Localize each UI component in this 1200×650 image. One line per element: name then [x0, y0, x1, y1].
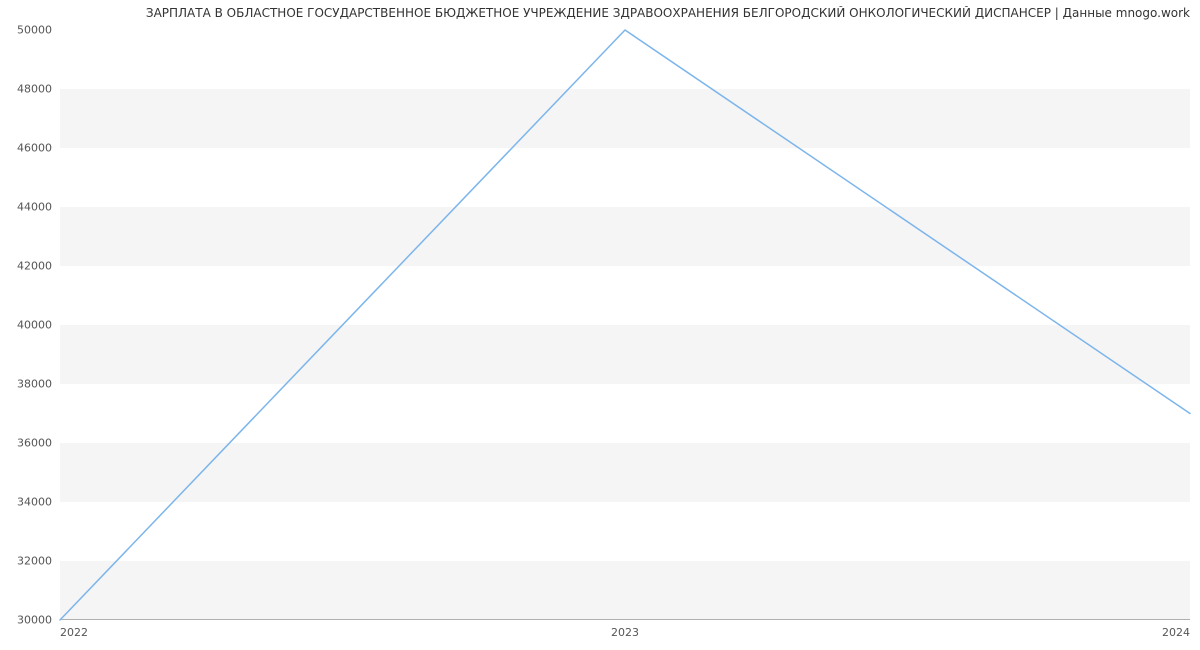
y-tick-label: 44000 [17, 201, 60, 214]
chart-container: ЗАРПЛАТА В ОБЛАСТНОЕ ГОСУДАРСТВЕННОЕ БЮД… [0, 0, 1200, 650]
y-tick-label: 40000 [17, 319, 60, 332]
y-tick-label: 32000 [17, 555, 60, 568]
y-tick-label: 42000 [17, 260, 60, 273]
y-tick-label: 38000 [17, 378, 60, 391]
y-tick-label: 48000 [17, 83, 60, 96]
x-tick-label: 2024 [1162, 620, 1190, 639]
chart-title: ЗАРПЛАТА В ОБЛАСТНОЕ ГОСУДАРСТВЕННОЕ БЮД… [10, 6, 1190, 20]
line-series [60, 30, 1190, 620]
plot-area: 3000032000340003600038000400004200044000… [60, 30, 1190, 620]
x-tick-label: 2022 [60, 620, 88, 639]
y-tick-label: 46000 [17, 142, 60, 155]
y-tick-label: 50000 [17, 24, 60, 37]
y-tick-label: 30000 [17, 614, 60, 627]
y-tick-label: 36000 [17, 437, 60, 450]
y-tick-label: 34000 [17, 496, 60, 509]
x-tick-label: 2023 [611, 620, 639, 639]
